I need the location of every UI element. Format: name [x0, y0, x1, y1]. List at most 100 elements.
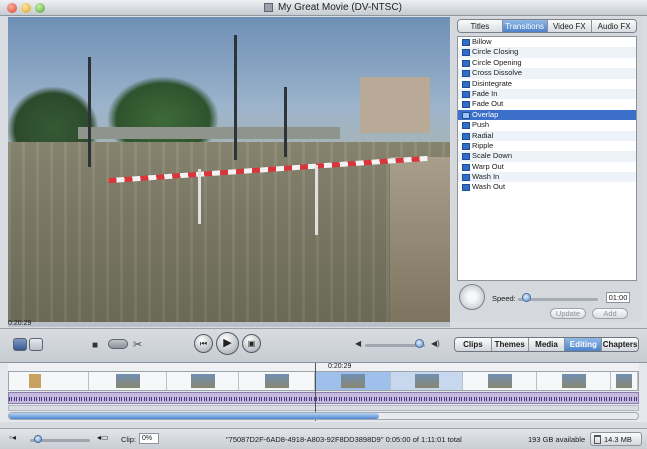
- clip-thumbnail: [616, 374, 632, 388]
- transition-icon: [462, 39, 470, 46]
- audio-track[interactable]: [8, 392, 639, 404]
- zoom-in-icon[interactable]: ◂▭: [97, 433, 109, 442]
- video-clip[interactable]: [9, 372, 89, 390]
- zoom-window-button[interactable]: [35, 3, 45, 13]
- tab-audio-fx[interactable]: Audio FX: [592, 20, 636, 32]
- transition-icon: [462, 111, 470, 119]
- video-track[interactable]: [8, 371, 639, 391]
- close-window-button[interactable]: [7, 3, 17, 13]
- document-icon: [264, 3, 273, 12]
- video-clip[interactable]: [537, 372, 611, 390]
- transition-item-scale-down[interactable]: Scale Down: [458, 151, 636, 162]
- pane-tabs: Clips Themes Media Editing Chapters: [454, 337, 639, 352]
- direction-pad[interactable]: [459, 284, 485, 310]
- volume-high-icon: ◀): [431, 339, 440, 348]
- clip-thumbnail: [561, 374, 586, 388]
- minimize-window-button[interactable]: [21, 3, 31, 13]
- video-clip[interactable]: [239, 372, 315, 390]
- add-button[interactable]: Add: [592, 308, 628, 319]
- transition-item-wash-out[interactable]: Wash Out: [458, 182, 636, 192]
- transitions-list[interactable]: Billow Circle Closing Circle Opening Cro…: [457, 36, 637, 281]
- tab-clips[interactable]: Clips: [455, 338, 492, 351]
- clip-thumbnail: [487, 374, 512, 388]
- viewer-bridge: [78, 127, 340, 139]
- transition-label: Billow: [472, 37, 492, 46]
- transition-icon: [462, 142, 470, 150]
- tab-titles[interactable]: Titles: [458, 20, 503, 32]
- video-clip[interactable]: [611, 372, 638, 390]
- transition-item-fade-in[interactable]: Fade In: [458, 88, 636, 100]
- viewer-timecode: 0:20:29: [8, 320, 32, 327]
- transition-item-radial[interactable]: Radial: [458, 130, 636, 141]
- transitions-panel: Titles Transitions Video FX Audio FX Bil…: [451, 17, 641, 322]
- trash-button[interactable]: 14.3 MB: [590, 432, 642, 446]
- clip-thumbnail: [414, 374, 439, 388]
- rewind-button[interactable]: ⏮: [194, 334, 213, 353]
- transition-item-wash-in[interactable]: Wash In: [458, 172, 636, 183]
- play-button[interactable]: ▶: [216, 332, 239, 355]
- transition-icon: [462, 163, 470, 171]
- transition-item-circle-opening[interactable]: Circle Opening: [458, 58, 636, 68]
- transition-icon: [462, 184, 470, 192]
- transition-label: Ripple: [472, 140, 494, 150]
- transition-icon: [462, 153, 470, 161]
- transition-item-push[interactable]: Push: [458, 120, 636, 130]
- transition-item-ripple[interactable]: Ripple: [458, 141, 636, 151]
- transition-label: Warp Out: [472, 161, 504, 171]
- transition-item-overlap[interactable]: Overlap: [458, 109, 636, 121]
- timeline[interactable]: 0:20:29: [0, 362, 647, 422]
- transition-label: Cross Dissolve: [472, 68, 523, 78]
- transition-label: Fade Out: [472, 99, 504, 109]
- clip-label: Clip:: [121, 435, 137, 444]
- trash-icon: [594, 435, 601, 444]
- audio-waveform: [9, 397, 638, 401]
- video-clip[interactable]: [89, 372, 167, 390]
- clip-thumbnail: [115, 374, 140, 388]
- zoom-out-icon[interactable]: ▫◂: [9, 433, 16, 442]
- volume-slider-knob[interactable]: [414, 339, 424, 348]
- timeline-zoom-knob[interactable]: [34, 435, 42, 443]
- tab-transitions[interactable]: Transitions: [502, 20, 548, 32]
- transition-icon: [462, 70, 470, 78]
- update-button[interactable]: Update: [550, 308, 586, 319]
- tab-themes[interactable]: Themes: [491, 338, 529, 351]
- transition-item-warp-out[interactable]: Warp Out: [458, 162, 636, 172]
- video-viewer[interactable]: [8, 17, 450, 322]
- transition-icon: [462, 174, 470, 182]
- speed-label: Speed:: [492, 294, 516, 303]
- audio-track-2[interactable]: [8, 405, 639, 411]
- transition-label: Wash In: [472, 172, 500, 182]
- timeline-scrollbar-thumb[interactable]: [9, 413, 379, 419]
- transition-item-fade-out[interactable]: Fade Out: [458, 99, 636, 109]
- edit-mode-button[interactable]: [29, 338, 43, 351]
- control-strip: ■ ✂ ⏮ ▶ ▣ ◀ ◀) Clips Themes Media Editin…: [0, 328, 647, 362]
- transition-label: Fade In: [472, 88, 498, 98]
- tab-chapters[interactable]: Chapters: [602, 338, 638, 351]
- video-clip[interactable]: [463, 372, 537, 390]
- scissors-icon: ✂: [133, 339, 143, 351]
- disk-space: 193 GB available: [528, 435, 586, 444]
- clip-volume-field[interactable]: 0%: [139, 433, 159, 444]
- transition-icon: [462, 101, 470, 109]
- speed-slider-knob[interactable]: [521, 293, 531, 302]
- timeline-scrollbar[interactable]: [8, 412, 639, 420]
- transition-item-circle-closing[interactable]: Circle Closing: [458, 47, 636, 58]
- transition-item-disintegrate[interactable]: Disintegrate: [458, 79, 636, 89]
- camera-mode-button[interactable]: [13, 338, 27, 351]
- transition-item-cross-dissolve[interactable]: Cross Dissolve: [458, 68, 636, 79]
- viewer-wall: [390, 157, 450, 322]
- video-clip-selected[interactable]: [315, 372, 391, 390]
- tab-video-fx[interactable]: Video FX: [547, 20, 593, 32]
- window-title: My Great Movie (DV-NTSC): [278, 2, 402, 13]
- transition-icon: [462, 59, 470, 67]
- panel-tabs: Titles Transitions Video FX Audio FX: [457, 19, 637, 33]
- video-clip[interactable]: [167, 372, 239, 390]
- fullscreen-play-button[interactable]: ▣: [242, 334, 261, 353]
- tab-editing[interactable]: Editing: [565, 338, 603, 351]
- transition-item-billow[interactable]: Billow: [458, 37, 636, 47]
- video-clip[interactable]: [391, 372, 463, 390]
- tab-media[interactable]: Media: [528, 338, 566, 351]
- volume-low-icon: ◀: [355, 339, 362, 348]
- viewer-scrubber[interactable]: [8, 322, 450, 327]
- mode-toggle[interactable]: [108, 339, 128, 349]
